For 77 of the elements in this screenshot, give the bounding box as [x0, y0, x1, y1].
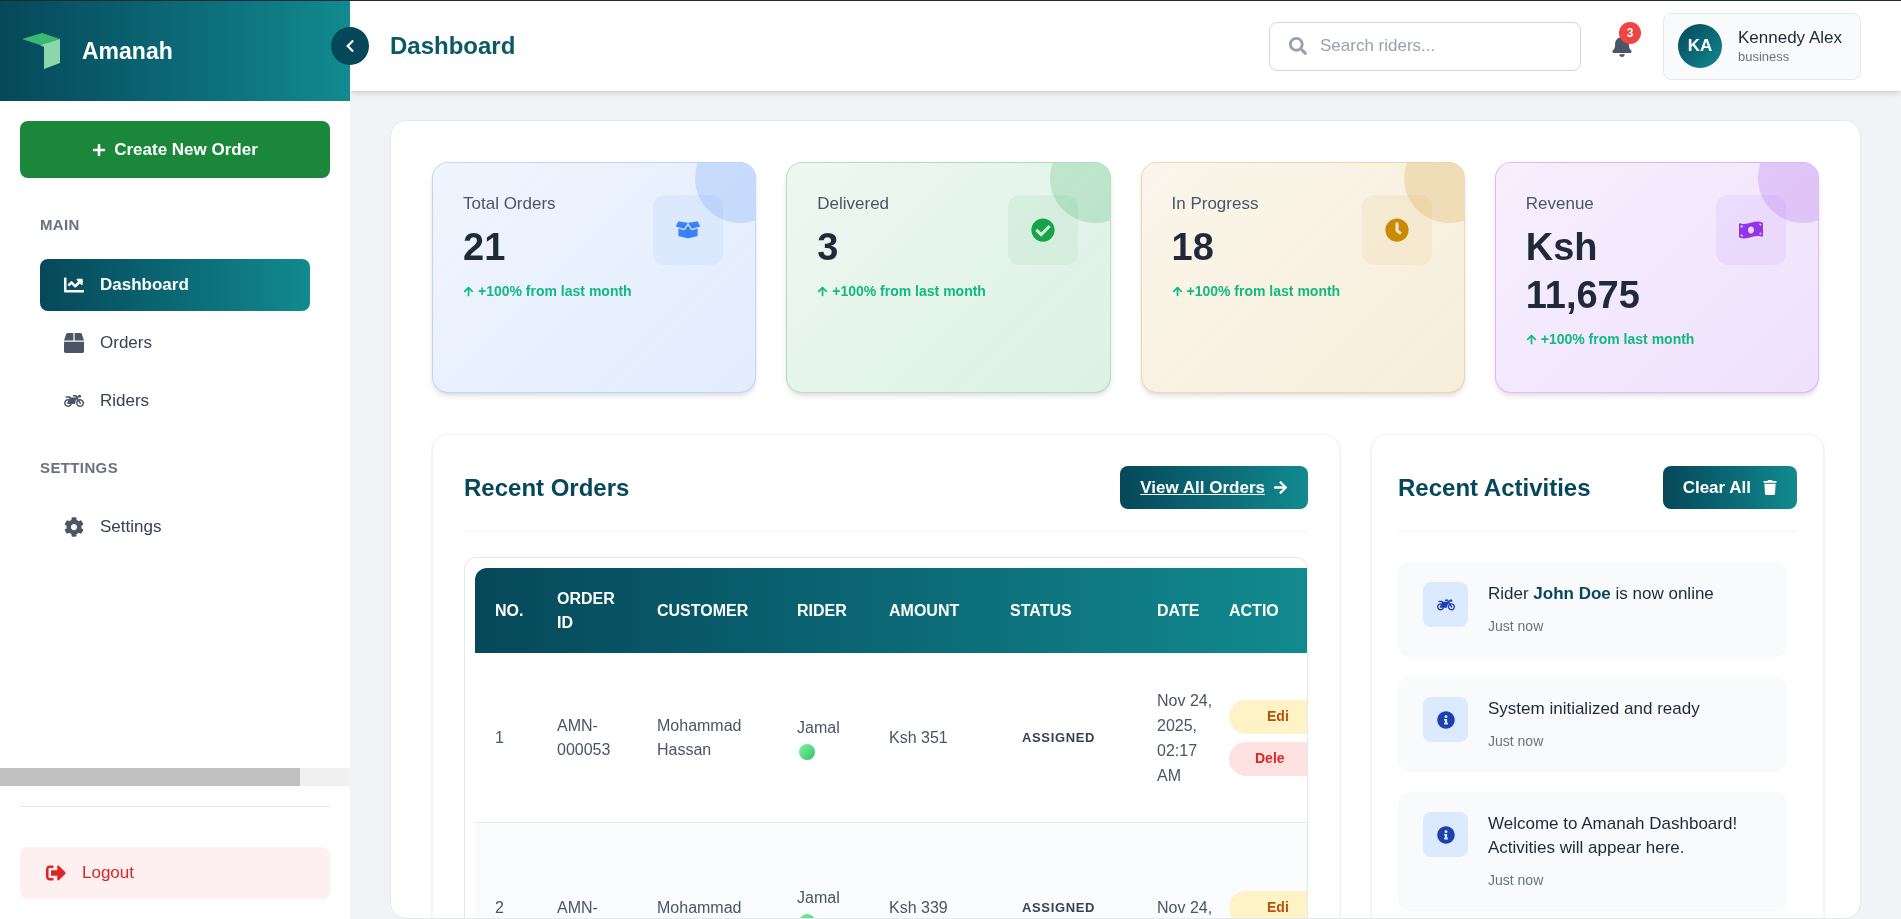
- activity-text: Welcome to Amanah Dashboard! Activities will appear here.: [1488, 813, 1739, 859]
- user-card[interactable]: KA Kennedy Alex business: [1663, 12, 1861, 80]
- info-icon: [1436, 710, 1455, 729]
- nav-item[interactable]: Settings: [40, 501, 310, 553]
- edit-button[interactable]: Edi: [1229, 699, 1307, 734]
- rider-name: Jamal: [797, 717, 840, 738]
- section-label: MAIN: [40, 215, 80, 235]
- stat-label: Revenue: [1525, 193, 1594, 215]
- logout-icon: [46, 863, 66, 883]
- stat-value: 21: [463, 224, 506, 270]
- box-icon: [64, 332, 84, 353]
- table-cell-text: 2: [494, 897, 504, 918]
- info-icon: [1436, 825, 1455, 844]
- arrow-right-icon: [1273, 480, 1288, 495]
- section-title: Recent Orders: [464, 472, 630, 503]
- notification-badge: 3: [1619, 22, 1641, 44]
- stat-label: Delivered: [817, 193, 890, 215]
- stat-value: 3: [817, 224, 839, 270]
- status-label: ASSIGNED: [1021, 898, 1096, 917]
- nav-item[interactable]: Orders: [40, 316, 310, 369]
- page-title: Dashboard: [390, 31, 516, 61]
- logout-button[interactable]: Logout: [20, 847, 330, 899]
- arrow-up-icon: [463, 285, 474, 297]
- trend-text: +100% from last month: [817, 280, 986, 302]
- column-header: NO.: [494, 600, 524, 621]
- section-title: Recent Activities: [1398, 472, 1591, 503]
- status-label: ASSIGNED: [1021, 728, 1096, 747]
- activity-time: Just now: [1488, 617, 1545, 636]
- trend-text: +100% from last month: [1171, 280, 1341, 302]
- edit-button[interactable]: Edi: [1229, 890, 1307, 918]
- table-cell-text: Nov 24, 2025, 02:17 AM: [1157, 690, 1214, 786]
- plus-icon: [92, 142, 107, 157]
- stat-label: In Progress: [1171, 193, 1259, 215]
- activity-time: Just now: [1488, 732, 1545, 751]
- arrow-up-icon: [1171, 285, 1183, 297]
- column-header: ACTIO: [1229, 600, 1279, 621]
- nav-item[interactable]: Dashboard: [40, 258, 310, 311]
- column-header: STATUS: [1010, 600, 1072, 621]
- nav-item[interactable]: Riders: [40, 374, 310, 427]
- stat-label: Total Orders: [463, 193, 556, 215]
- user-avatar: KA: [1678, 24, 1722, 68]
- search-icon: [1289, 36, 1307, 55]
- table-cell-text: 1: [494, 727, 504, 748]
- table-cell-text: Mohammad: [657, 897, 742, 918]
- delete-button[interactable]: Dele: [1229, 741, 1307, 776]
- activity-text: System initialized and ready: [1488, 698, 1700, 720]
- user-role: business: [1738, 48, 1791, 65]
- table-cell-text: Nov 24,: [1157, 898, 1213, 918]
- table-cell-text: Ksh 351: [889, 727, 948, 748]
- table-cell-text: AMN-000053: [557, 715, 612, 760]
- activity-time: Just now: [1488, 871, 1545, 890]
- trend-text: +100% from last month: [463, 280, 632, 302]
- search-field[interactable]: Search riders...: [1269, 21, 1581, 71]
- trash-icon: [1763, 480, 1777, 495]
- column-header: RIDER: [797, 600, 847, 621]
- table-cell-text: AMN-: [557, 897, 598, 918]
- trend-text: +100% from last month: [1525, 328, 1695, 350]
- column-header: ORDER ID: [557, 588, 616, 633]
- create-order-button[interactable]: Create New Order: [20, 121, 330, 178]
- stat-value: 18: [1171, 224, 1214, 270]
- rider-name: Jamal: [797, 887, 840, 908]
- activity-text: Rider John Doe is now online: [1488, 583, 1714, 605]
- stat-value: Ksh 11,675: [1525, 224, 1641, 318]
- view-all-orders-button[interactable]: View All Orders: [1120, 466, 1308, 509]
- user-name: Kennedy Alex: [1738, 27, 1842, 49]
- brand-name: Amanah: [82, 36, 173, 66]
- clear-all-button[interactable]: Clear All: [1662, 466, 1797, 509]
- scrollbar-thumb[interactable]: [0, 768, 300, 786]
- table-cell-text: Ksh 339: [889, 897, 948, 918]
- section-label: SETTINGS: [40, 457, 118, 478]
- table-cell-text: Mohammad Hassan: [657, 715, 743, 760]
- arrow-up-icon: [817, 285, 829, 297]
- settings-icon: [64, 517, 84, 537]
- column-header: DATE: [1157, 600, 1200, 621]
- column-header: CUSTOMER: [657, 600, 749, 621]
- arrow-up-icon: [1525, 333, 1537, 345]
- column-header: AMOUNT: [889, 600, 960, 621]
